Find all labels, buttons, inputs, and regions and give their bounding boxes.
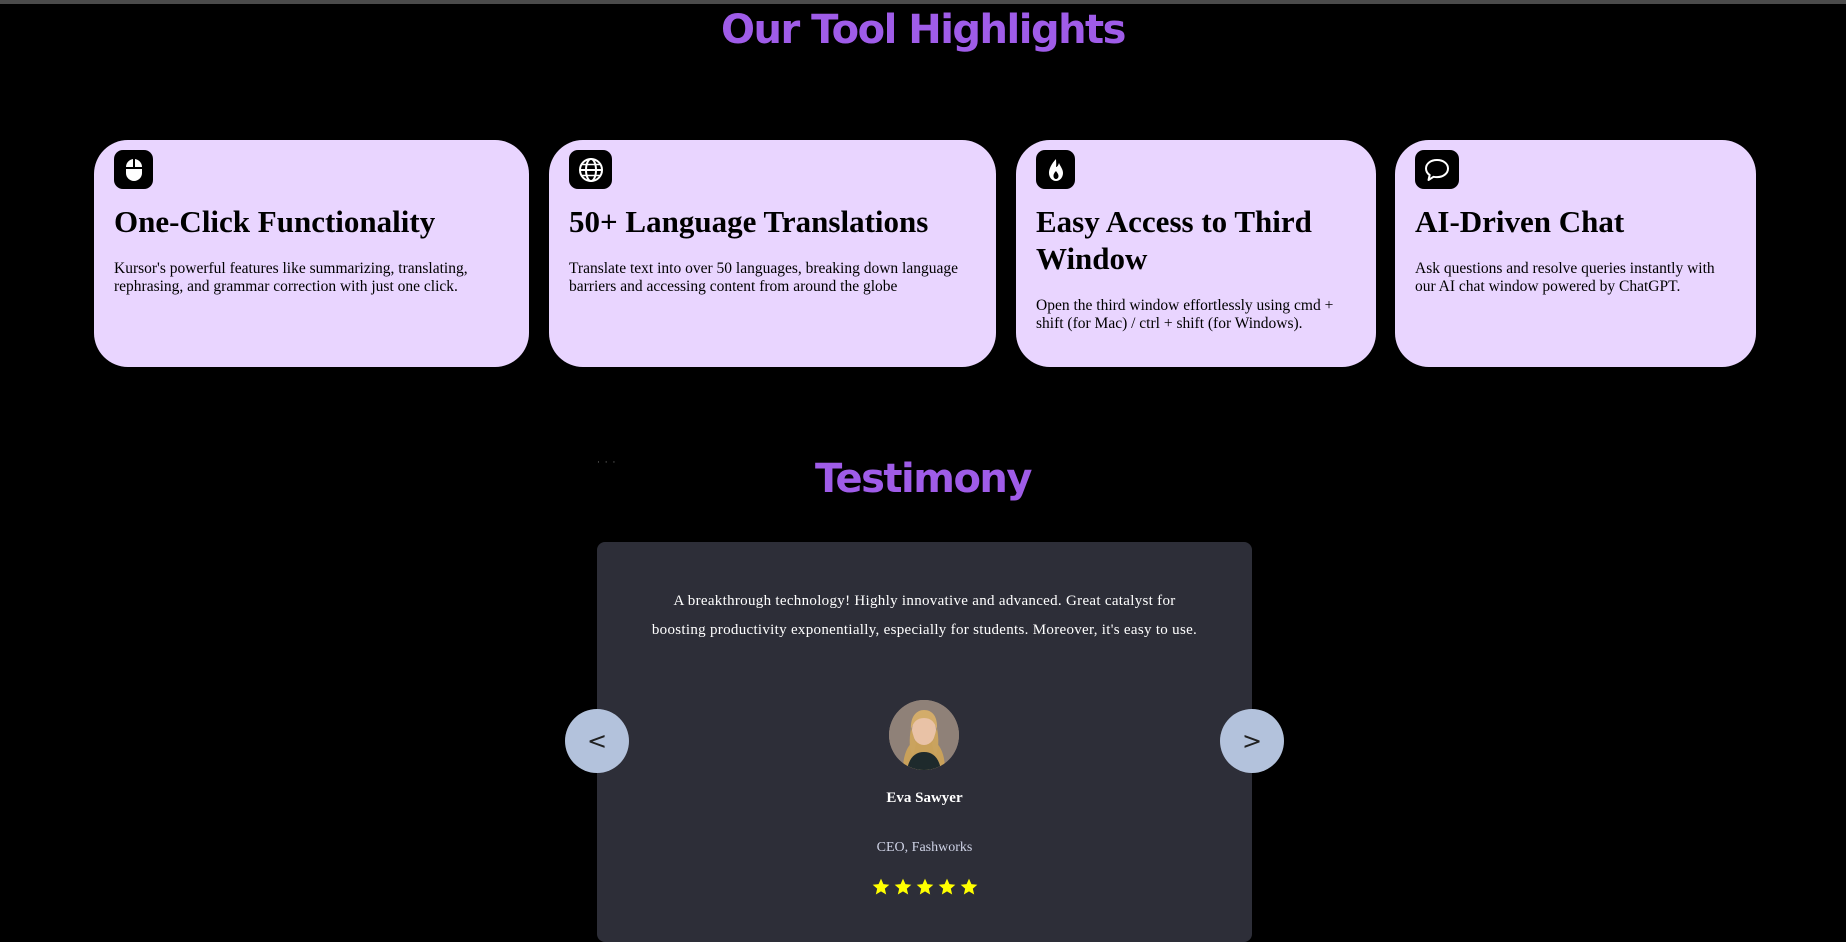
highlight-card-translations: 50+ Language Translations Translate text… [549, 140, 996, 367]
highlight-card-description: Translate text into over 50 languages, b… [569, 260, 958, 295]
star-icon [872, 878, 889, 895]
flame-icon [1036, 150, 1075, 189]
highlight-card-description: Open the third window effortlessly using… [1036, 297, 1334, 332]
rating-stars [597, 877, 1252, 902]
window-top-border [0, 0, 1846, 4]
mouse-icon [114, 150, 153, 189]
highlight-card-title: One-Click Functionality [114, 204, 436, 239]
testimonial-quote: A breakthrough technology! Highly innova… [651, 593, 1198, 638]
star-icon [894, 878, 911, 895]
star-icon [916, 878, 933, 895]
chat-bubble-icon [1415, 150, 1459, 189]
avatar [889, 700, 959, 770]
next-testimonial-button[interactable]: > [1220, 709, 1284, 773]
highlight-card-ai-chat: AI-Driven Chat Ask questions and resolve… [1395, 140, 1756, 367]
previous-testimonial-button[interactable]: < [565, 709, 629, 773]
star-icon [960, 878, 977, 895]
star-icon [938, 878, 955, 895]
highlight-card-one-click: One-Click Functionality Kursor's powerfu… [94, 140, 529, 367]
highlights-title: Our Tool Highlights [721, 7, 1126, 53]
globe-icon [569, 150, 612, 189]
highlight-card-title: 50+ Language Translations [569, 204, 929, 239]
highlight-card-third-window: Easy Access to Third Window Open the thi… [1016, 140, 1376, 367]
testimonial-author-role: CEO, Fashworks [876, 840, 973, 855]
testimony-title: Testimony [815, 456, 1032, 502]
highlight-card-description: Kursor's powerful features like summariz… [114, 260, 468, 295]
testimonial-author-name: Eva Sawyer [886, 790, 963, 806]
highlight-card-description: Ask questions and resolve queries instan… [1415, 260, 1715, 295]
highlight-card-title: Easy Access to Third Window [1036, 204, 1312, 276]
highlight-card-title: AI-Driven Chat [1415, 204, 1625, 239]
testimonial-card: A breakthrough technology! Highly innova… [597, 542, 1252, 942]
